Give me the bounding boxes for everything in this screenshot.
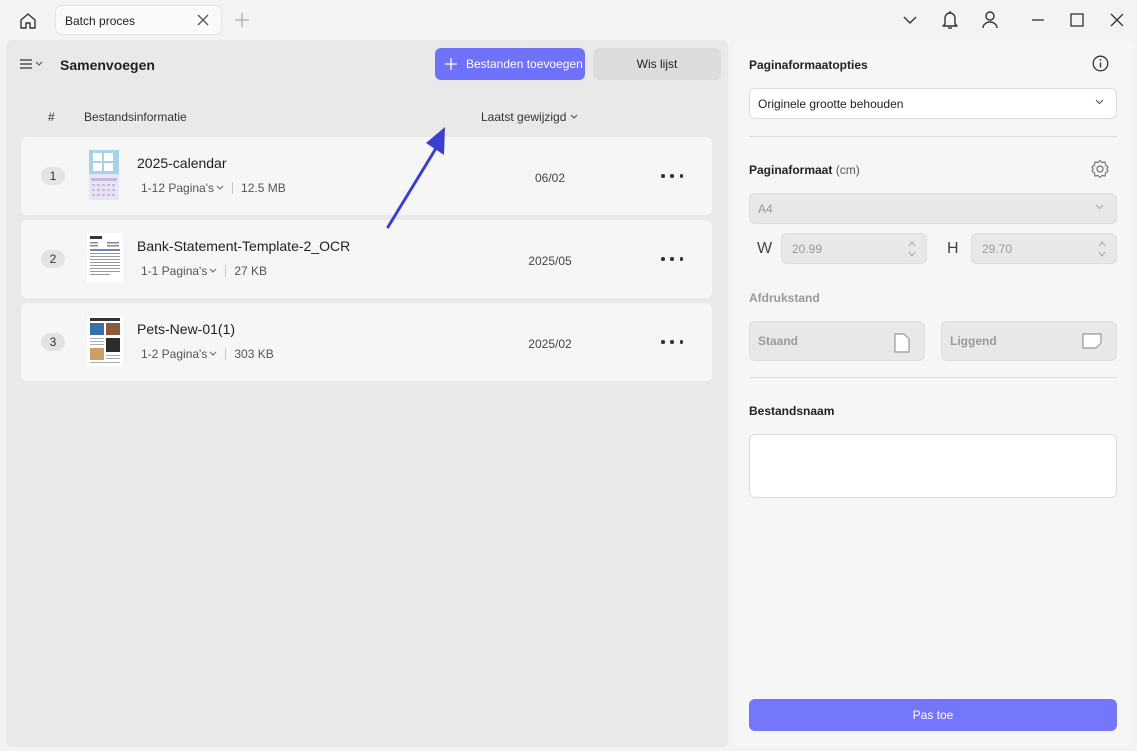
- clear-list-button[interactable]: Wis lijst: [593, 48, 721, 80]
- height-field[interactable]: 29.70: [971, 233, 1117, 264]
- file-date: 06/02: [534, 171, 566, 185]
- row-number: 3: [41, 333, 65, 351]
- chevron-down-icon: [571, 114, 578, 119]
- chevron-down-icon: [35, 61, 43, 66]
- file-name: Bank-Statement-Template-2_OCR: [137, 238, 351, 254]
- page-size-select[interactable]: A4: [749, 193, 1117, 224]
- page-format-select[interactable]: Originele grootte behouden: [749, 88, 1117, 119]
- file-size: 12.5 MB: [241, 181, 286, 195]
- landscape-page-icon: [1082, 333, 1102, 349]
- height-letter: H: [947, 240, 959, 257]
- page-range-dropdown[interactable]: 1-1 Pagina's: [141, 264, 217, 278]
- plus-icon[interactable]: [234, 12, 250, 28]
- landscape-label: Liggend: [950, 334, 997, 348]
- add-files-button[interactable]: Bestanden toevoegen: [435, 48, 585, 80]
- file-row[interactable]: 1 2025-calendar 1-12 Pagina's 12.5 MB 06…: [21, 137, 712, 215]
- hamburger-icon: [20, 59, 32, 69]
- annotation-arrow: [386, 127, 445, 229]
- page-size-label: Paginaformaat (cm): [749, 163, 860, 177]
- width-value: 20.99: [792, 241, 823, 256]
- gear-icon[interactable]: [1090, 159, 1110, 182]
- chevron-down-icon: [209, 351, 217, 356]
- file-meta: 1-2 Pagina's 303 KB: [141, 347, 274, 361]
- page-format-value: Originele grootte behouden: [758, 96, 904, 111]
- height-value: 29.70: [982, 241, 1013, 256]
- row-number: 1: [41, 167, 65, 185]
- tab-batch-process[interactable]: Batch proces: [55, 5, 222, 35]
- landscape-button[interactable]: Liggend: [941, 321, 1117, 361]
- orientation-label: Afdrukstand: [749, 291, 820, 305]
- column-header-label: Laatst gewijzigd: [481, 110, 567, 124]
- file-thumbnail: [87, 150, 123, 202]
- column-header-last-modified[interactable]: Laatst gewijzigd: [481, 110, 578, 124]
- stepper-icon[interactable]: [1098, 240, 1106, 258]
- bell-icon[interactable]: [940, 10, 960, 30]
- close-icon[interactable]: [196, 13, 210, 27]
- file-thumbnail: [87, 316, 123, 368]
- more-options-icon[interactable]: [661, 250, 683, 268]
- maximize-icon[interactable]: [1067, 10, 1087, 30]
- page-size-value: A4: [758, 201, 773, 216]
- width-letter: W: [757, 240, 773, 257]
- page-format-options-label: Paginaformaatopties: [749, 58, 868, 72]
- file-thumbnail: [87, 233, 123, 285]
- page-title: Samenvoegen: [60, 57, 155, 73]
- portrait-page-icon: [894, 333, 910, 353]
- file-name: Pets-New-01(1): [137, 321, 236, 337]
- minimize-icon[interactable]: [1028, 10, 1048, 30]
- info-icon[interactable]: [1092, 55, 1109, 75]
- filename-input[interactable]: [749, 434, 1117, 498]
- page-range-dropdown[interactable]: 1-2 Pagina's: [141, 347, 217, 361]
- home-icon[interactable]: [14, 8, 42, 34]
- chevron-down-icon[interactable]: [900, 10, 920, 30]
- more-options-icon[interactable]: [661, 333, 683, 351]
- portrait-button[interactable]: Staand: [749, 321, 925, 361]
- title-bar: Batch proces: [0, 0, 1137, 40]
- chevron-down-icon: [209, 268, 217, 273]
- chevron-down-icon: [216, 185, 224, 190]
- add-files-label: Bestanden toevoegen: [466, 57, 583, 71]
- divider: [749, 377, 1117, 378]
- column-header-file-info: Bestandsinformatie: [84, 110, 187, 124]
- divider: [232, 182, 234, 194]
- chevron-down-icon: [1095, 204, 1104, 210]
- file-row[interactable]: 3 Pets-New-01(1) 1-2 Pagina's 303 KB 202…: [21, 303, 712, 381]
- file-size: 27 KB: [234, 264, 268, 278]
- divider: [225, 348, 227, 360]
- file-date: 2025/05: [528, 254, 572, 268]
- page-range: 1-12 Pagina's: [141, 181, 215, 195]
- file-size: 303 KB: [234, 347, 274, 361]
- file-date: 2025/02: [528, 337, 572, 351]
- page-range: 1-1 Pagina's: [141, 264, 208, 278]
- plus-icon: [445, 58, 457, 70]
- file-name: 2025-calendar: [137, 155, 227, 171]
- column-header-number: #: [48, 110, 55, 124]
- divider: [225, 265, 227, 277]
- file-meta: 1-12 Pagina's 12.5 MB: [141, 181, 286, 195]
- chevron-down-icon: [1095, 99, 1104, 105]
- divider: [749, 136, 1117, 137]
- menu-button[interactable]: [20, 56, 48, 72]
- file-list-panel: Samenvoegen Bestanden toevoegen Wis lijs…: [6, 40, 728, 747]
- settings-panel: Paginaformaatopties Originele grootte be…: [733, 40, 1133, 747]
- stepper-icon[interactable]: [908, 240, 916, 258]
- window-close-icon[interactable]: [1107, 10, 1127, 30]
- file-row[interactable]: 2 Bank-Statement-Template-2_OCR 1-1 Pagi…: [21, 220, 712, 298]
- filename-label: Bestandsnaam: [749, 404, 835, 418]
- page-range-dropdown[interactable]: 1-12 Pagina's: [141, 181, 224, 195]
- tab-label: Batch proces: [65, 14, 136, 28]
- more-options-icon[interactable]: [661, 167, 683, 185]
- apply-button[interactable]: Pas toe: [749, 699, 1117, 731]
- page-size-unit: (cm): [835, 163, 860, 177]
- width-field[interactable]: 20.99: [781, 233, 927, 264]
- page-range: 1-2 Pagina's: [141, 347, 208, 361]
- row-number: 2: [41, 250, 65, 268]
- portrait-label: Staand: [758, 334, 799, 348]
- file-meta: 1-1 Pagina's 27 KB: [141, 264, 267, 278]
- user-icon[interactable]: [980, 10, 1000, 30]
